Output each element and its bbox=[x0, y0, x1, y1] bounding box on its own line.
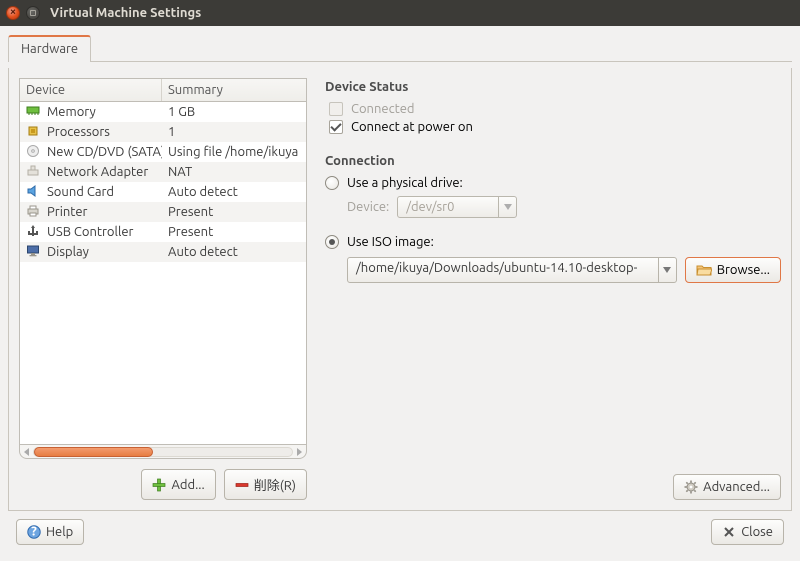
device-name: USB Controller bbox=[47, 225, 133, 239]
horizontal-scrollbar[interactable] bbox=[19, 445, 307, 459]
device-name: Memory bbox=[47, 105, 96, 119]
table-row[interactable]: Processors 1 bbox=[20, 122, 306, 142]
device-name: Network Adapter bbox=[47, 165, 148, 179]
device-summary: Auto detect bbox=[162, 185, 306, 199]
chevron-down-icon bbox=[498, 197, 516, 217]
device-name: Printer bbox=[47, 205, 87, 219]
use-physical-drive-radio[interactable] bbox=[325, 176, 339, 190]
memory-icon bbox=[26, 105, 40, 119]
close-button-label: Close bbox=[741, 525, 773, 539]
connect-at-poweron-checkbox[interactable] bbox=[329, 120, 343, 134]
table-body: Memory1 GBProcessors1New CD/DVD (SATA)Us… bbox=[20, 102, 306, 262]
display-icon bbox=[26, 244, 40, 261]
use-physical-drive-label: Use a physical drive: bbox=[347, 176, 463, 190]
physical-device-value: /dev/sr0 bbox=[398, 197, 498, 217]
scroll-left-icon[interactable] bbox=[21, 446, 33, 458]
connection-title: Connection bbox=[325, 154, 781, 168]
browse-button[interactable]: Browse... bbox=[685, 257, 781, 283]
use-iso-image-radio[interactable] bbox=[325, 235, 339, 249]
folder-open-icon bbox=[696, 263, 712, 277]
chevron-down-icon[interactable] bbox=[658, 258, 676, 282]
net-icon bbox=[26, 164, 40, 181]
device-summary: Present bbox=[162, 225, 306, 239]
device-summary: Using file /home/ikuya bbox=[162, 145, 306, 159]
remove-button-label: 削除(R) bbox=[254, 475, 296, 494]
use-iso-image-label: Use ISO image: bbox=[347, 235, 434, 249]
device-status-title: Device Status bbox=[325, 80, 781, 94]
table-row[interactable]: Memory 1 GB bbox=[20, 102, 306, 122]
table-row[interactable]: Display Auto detect bbox=[20, 242, 306, 262]
device-name: Processors bbox=[47, 125, 110, 139]
physical-device-dropdown: /dev/sr0 bbox=[397, 196, 517, 218]
sound-icon bbox=[26, 184, 40, 201]
remove-button[interactable]: 削除(R) bbox=[224, 469, 307, 500]
table-row[interactable]: Network Adapter NAT bbox=[20, 162, 306, 182]
device-name: Sound Card bbox=[47, 185, 114, 199]
device-summary: 1 bbox=[162, 125, 306, 139]
connect-at-poweron-label: Connect at power on bbox=[351, 120, 473, 134]
close-button[interactable]: Close bbox=[711, 519, 784, 545]
table-header-device[interactable]: Device bbox=[20, 79, 162, 101]
minus-icon bbox=[235, 478, 249, 492]
device-name: Display bbox=[47, 245, 89, 259]
titlebar: Virtual Machine Settings bbox=[0, 0, 800, 26]
table-row[interactable]: USB Controller Present bbox=[20, 222, 306, 242]
cpu-icon bbox=[26, 124, 40, 141]
plus-icon bbox=[152, 478, 166, 492]
browse-button-label: Browse... bbox=[717, 263, 770, 277]
add-button[interactable]: Add... bbox=[141, 469, 215, 500]
help-button-label: Help bbox=[46, 525, 73, 539]
printer-icon bbox=[26, 204, 40, 221]
device-summary: Auto detect bbox=[162, 245, 306, 259]
device-summary: 1 GB bbox=[162, 105, 306, 119]
iso-path-value: /home/ikuya/Downloads/ubuntu-14.10-deskt… bbox=[348, 258, 658, 282]
usb-icon bbox=[26, 224, 40, 241]
tab-bar: Hardware bbox=[8, 34, 792, 62]
table-header-summary[interactable]: Summary bbox=[162, 79, 306, 101]
device-summary: NAT bbox=[162, 165, 306, 179]
add-button-label: Add... bbox=[171, 478, 204, 492]
scroll-right-icon[interactable] bbox=[293, 446, 305, 458]
table-row[interactable]: Printer Present bbox=[20, 202, 306, 222]
advanced-button-label: Advanced... bbox=[703, 480, 770, 494]
connected-label: Connected bbox=[351, 102, 415, 116]
advanced-button[interactable]: Advanced... bbox=[673, 474, 781, 500]
table-row[interactable]: New CD/DVD (SATA)Using file /home/ikuya bbox=[20, 142, 306, 162]
device-name: New CD/DVD (SATA) bbox=[47, 145, 162, 159]
close-icon bbox=[722, 525, 736, 539]
help-icon: ? bbox=[27, 525, 41, 539]
connected-checkbox bbox=[329, 102, 343, 116]
minimize-window-icon[interactable] bbox=[26, 6, 40, 20]
tab-hardware[interactable]: Hardware bbox=[8, 35, 91, 62]
gear-icon bbox=[684, 480, 698, 494]
disc-icon bbox=[26, 144, 40, 161]
table-row[interactable]: Sound Card Auto detect bbox=[20, 182, 306, 202]
hardware-panel: Device Summary Memory1 GBProcessors1New … bbox=[8, 68, 792, 511]
close-window-icon[interactable] bbox=[6, 6, 20, 20]
iso-path-dropdown[interactable]: /home/ikuya/Downloads/ubuntu-14.10-deskt… bbox=[347, 257, 677, 283]
device-field-label: Device: bbox=[347, 200, 389, 214]
device-table: Device Summary Memory1 GBProcessors1New … bbox=[19, 78, 307, 445]
window-title: Virtual Machine Settings bbox=[50, 6, 201, 20]
svg-text:?: ? bbox=[31, 525, 37, 539]
device-summary: Present bbox=[162, 205, 306, 219]
help-button[interactable]: ? Help bbox=[16, 519, 84, 545]
